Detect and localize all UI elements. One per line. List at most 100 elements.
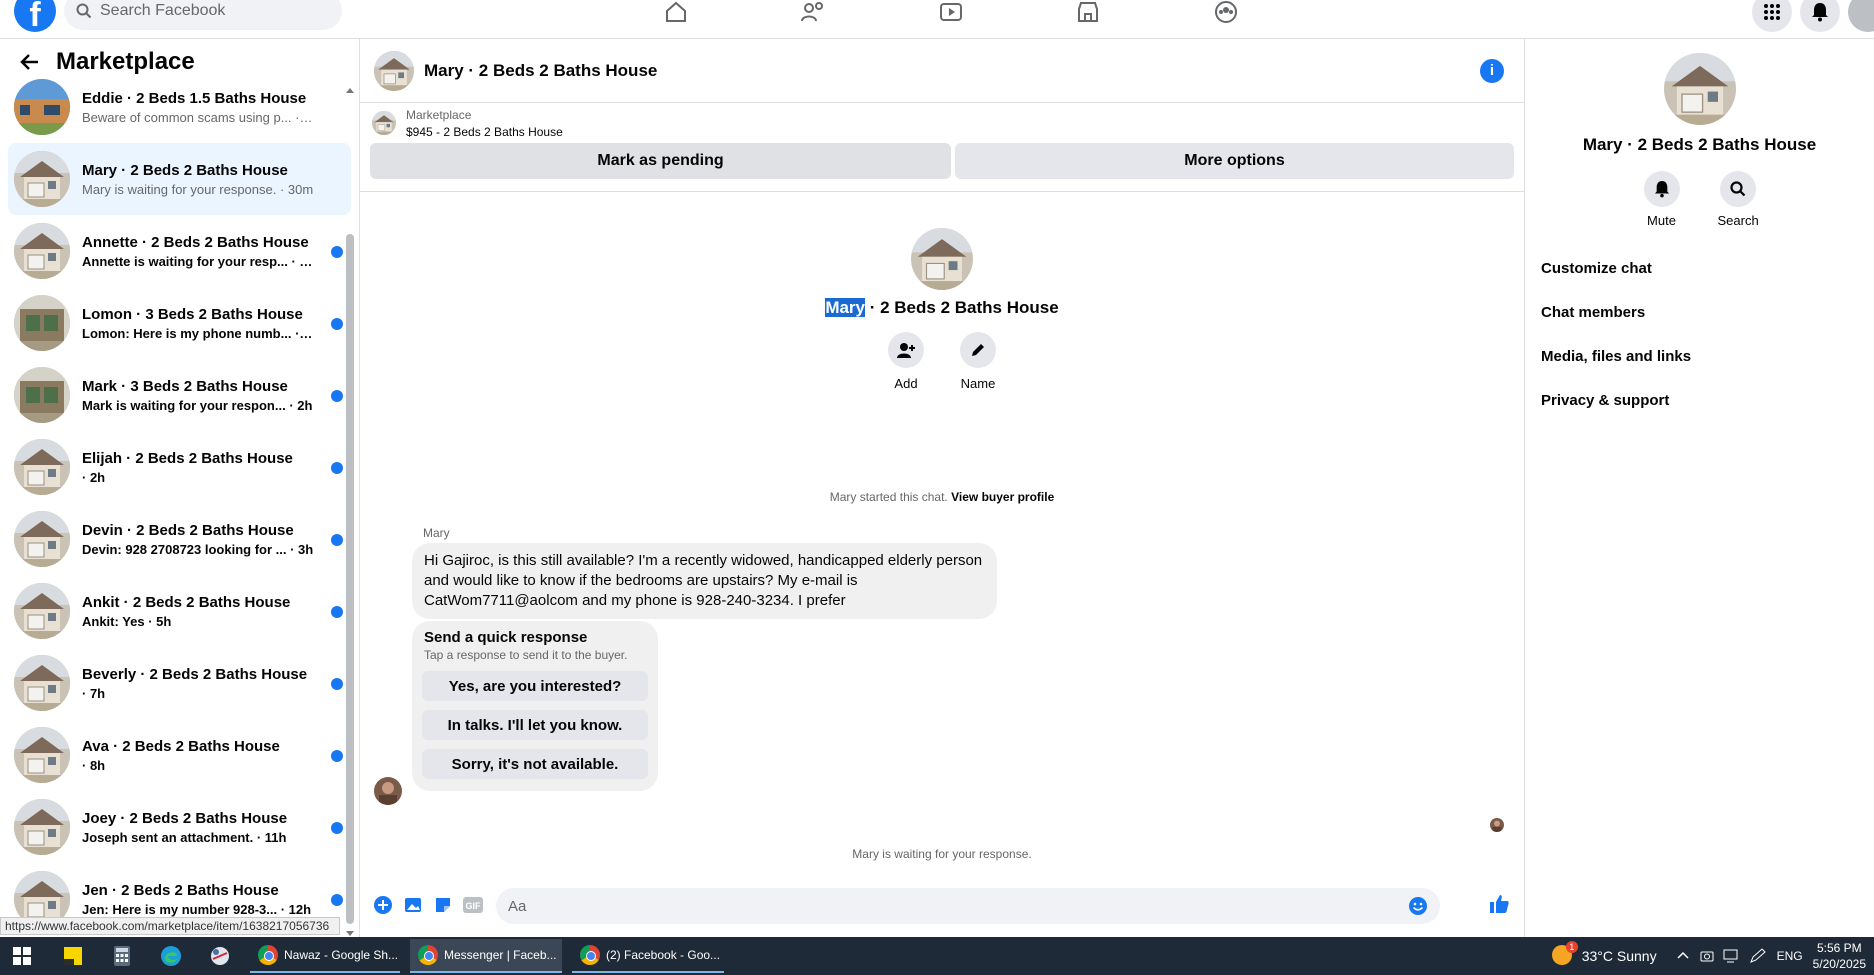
search-facebook-input[interactable]: Search Facebook: [64, 0, 342, 30]
profile-avatar[interactable]: [911, 228, 973, 290]
chevron-up-icon[interactable]: [1675, 948, 1691, 964]
plus-icon[interactable]: [371, 893, 395, 917]
weather-text: 33°C Sunny: [1581, 948, 1657, 964]
conversation-preview: · 2h: [82, 469, 106, 485]
conversation-avatar: [14, 79, 70, 135]
gif-icon[interactable]: GIF: [461, 893, 485, 917]
media-files-links-row[interactable]: Media, files and links: [1525, 334, 1874, 378]
conversation-name: Jen · 2 Beds 2 Baths House: [82, 881, 279, 899]
conversation-preview: Annette is waiting for your resp... · 1h: [82, 253, 314, 269]
camera-icon[interactable]: [1699, 948, 1715, 964]
facebook-logo[interactable]: f: [14, 0, 56, 34]
weather-widget[interactable]: 1 33°C Sunny: [1551, 941, 1657, 967]
profile-name: Mary · 2 Beds 2 Baths House: [360, 298, 1524, 318]
conversation-preview: Ankit: Yes · 5h: [82, 613, 172, 629]
conversation-name: Beverly · 2 Beds 2 Baths House: [82, 665, 308, 683]
message-input[interactable]: Aa: [496, 888, 1440, 924]
conversation-preview: Joseph sent an attachment. · 11h: [82, 829, 287, 845]
conversation-item[interactable]: Beverly · 2 Beds 2 Baths House · 7h: [8, 647, 351, 719]
info-icon[interactable]: i: [1480, 59, 1504, 83]
menu-grid-icon[interactable]: [1752, 0, 1792, 32]
sticky-notes-icon[interactable]: [61, 944, 85, 968]
account-icon[interactable]: [1848, 0, 1874, 32]
conversation-item[interactable]: Eddie · 2 Beds 1.5 Baths House Beware of …: [8, 71, 351, 143]
search-placeholder: Search Facebook: [100, 2, 226, 19]
weather-badge: 1: [1565, 941, 1578, 953]
seen-indicator-avatar: [1490, 818, 1504, 832]
unread-dot: [331, 390, 343, 402]
message-bubble[interactable]: Hi Gajiroc, is this still available? I'm…: [412, 543, 997, 619]
chrome-icon: [258, 945, 278, 965]
profile-name-rest: · 2 Beds 2 Baths House: [865, 298, 1059, 317]
network-icon[interactable]: [1723, 948, 1741, 964]
snipping-tool-icon[interactable]: [208, 944, 232, 968]
chat-profile-intro: Mary · 2 Beds 2 Baths House Add Name: [360, 228, 1524, 391]
view-buyer-profile-link[interactable]: View buyer profile: [951, 490, 1054, 504]
conversation-name: Mark · 3 Beds 2 Baths House: [82, 377, 288, 395]
search-in-chat-button[interactable]: Search: [1718, 171, 1759, 228]
system-tray: 1 33°C Sunny ENG 5:56 PM 5/20/2025: [1551, 937, 1874, 975]
conversation-item[interactable]: Elijah · 2 Beds 2 Baths House · 2h: [8, 431, 351, 503]
listing-banner[interactable]: Marketplace $945 - 2 Beds 2 Baths House: [360, 103, 1524, 143]
sidebar-scroll-thumb[interactable]: [346, 234, 354, 924]
message-placeholder: Aa: [508, 897, 527, 915]
mute-button[interactable]: Mute: [1642, 171, 1682, 228]
bell-icon: [1654, 181, 1669, 198]
unread-dot: [331, 606, 343, 618]
conversation-name: Mary · 2 Beds 2 Baths House: [82, 161, 288, 179]
unread-dot: [331, 318, 343, 330]
gif-label: GIF: [466, 901, 482, 911]
edge-browser-icon[interactable]: [159, 944, 183, 968]
conversation-avatar: [14, 367, 70, 423]
video-icon[interactable]: [935, 0, 967, 28]
chat-members-row[interactable]: Chat members: [1525, 290, 1874, 334]
customize-chat-row[interactable]: Customize chat: [1525, 246, 1874, 290]
add-people-button[interactable]: Add: [882, 332, 930, 391]
quick-reply-in-talks[interactable]: In talks. I'll let you know.: [422, 710, 648, 740]
home-icon[interactable]: [660, 0, 692, 28]
sticker-icon[interactable]: [431, 893, 455, 917]
mark-as-pending-button[interactable]: Mark as pending: [370, 143, 951, 179]
chat-title[interactable]: Mary · 2 Beds 2 Baths House: [424, 61, 657, 81]
conversation-item[interactable]: Mark · 3 Beds 2 Baths House Mark is waiti…: [8, 359, 351, 431]
conversation-avatar: [14, 655, 70, 711]
photo-icon[interactable]: [401, 893, 425, 917]
taskbar-app-facebook[interactable]: (2) Facebook - Goo...: [572, 939, 724, 973]
edit-name-button[interactable]: Name: [954, 332, 1002, 391]
quick-reply-yes[interactable]: Yes, are you interested?: [422, 671, 648, 701]
friends-icon[interactable]: [797, 0, 829, 28]
conversation-item[interactable]: Ava · 2 Beds 2 Baths House · 8h: [8, 719, 351, 791]
chat-header: Mary · 2 Beds 2 Baths House i: [360, 39, 1524, 103]
conversation-item[interactable]: Lomon · 3 Beds 2 Baths House Lomon: Here …: [8, 287, 351, 359]
sender-avatar[interactable]: [374, 777, 402, 805]
windows-start-icon[interactable]: [10, 944, 34, 968]
taskbar-app-google-sheets[interactable]: Nawaz - Google Sh...: [250, 939, 400, 973]
conversation-item[interactable]: Annette · 2 Beds 2 Baths House Annette is…: [8, 215, 351, 287]
pen-icon[interactable]: [1749, 948, 1767, 964]
listing-source: Marketplace: [406, 107, 472, 122]
profile-name-selected: Mary: [825, 298, 865, 317]
more-options-button[interactable]: More options: [955, 143, 1514, 179]
calculator-icon[interactable]: [110, 944, 134, 968]
marketplace-icon[interactable]: [1072, 0, 1104, 28]
conversation-item[interactable]: Mary · 2 Beds 2 Baths House Mary is waiti…: [8, 143, 351, 215]
emoji-icon[interactable]: [1408, 896, 1428, 916]
quick-reply-not-available[interactable]: Sorry, it's not available.: [422, 749, 648, 779]
conversation-avatar: [14, 223, 70, 279]
clock[interactable]: 5:56 PM 5/20/2025: [1813, 940, 1866, 972]
notifications-icon[interactable]: [1800, 0, 1840, 32]
conversation-item[interactable]: Ankit · 2 Beds 2 Baths House Ankit: Yes ·…: [8, 575, 351, 647]
chat-avatar[interactable]: [374, 50, 414, 91]
conversation-avatar: [14, 583, 70, 639]
conversation-item[interactable]: Joey · 2 Beds 2 Baths House Joseph sent a…: [8, 791, 351, 863]
conversation-item[interactable]: Devin · 2 Beds 2 Baths House Devin: 928 2…: [8, 503, 351, 575]
groups-icon[interactable]: [1210, 0, 1242, 28]
chrome-icon: [580, 945, 600, 965]
taskbar-app-messenger[interactable]: Messenger | Faceb...: [410, 939, 562, 973]
like-thumbs-up-icon[interactable]: [1488, 893, 1510, 915]
details-avatar[interactable]: [1664, 53, 1736, 125]
taskbar-app-label: Messenger | Faceb...: [444, 948, 557, 962]
back-arrow-icon[interactable]: [20, 52, 40, 72]
language-indicator[interactable]: ENG: [1777, 949, 1803, 963]
privacy-support-row[interactable]: Privacy & support: [1525, 378, 1874, 422]
